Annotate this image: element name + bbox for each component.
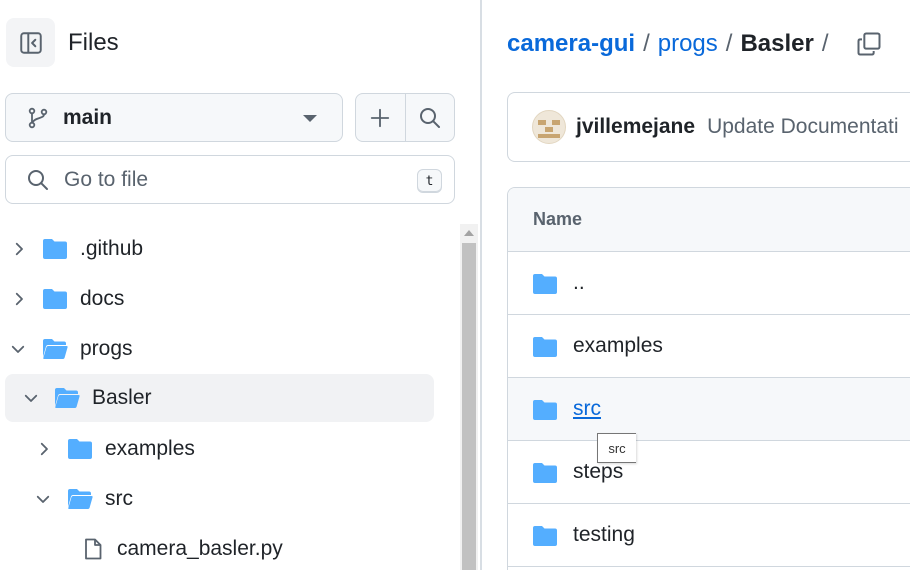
- search-icon: [28, 169, 48, 190]
- file-name[interactable]: steps: [573, 460, 623, 484]
- folder-icon: [533, 337, 557, 357]
- keyboard-shortcut-hint: t: [417, 169, 442, 193]
- git-branch-icon: [28, 107, 48, 128]
- folder-icon: [533, 463, 557, 483]
- commit-author-link[interactable]: jvillemejane: [576, 115, 695, 139]
- chevron-down-icon: [36, 495, 50, 503]
- tree-item-label: .github: [80, 237, 144, 260]
- breadcrumb: camera-gui / progs / Basler /: [507, 30, 837, 58]
- copy-path-button[interactable]: [852, 27, 886, 61]
- folder-icon: [533, 274, 557, 294]
- folder-icon: [533, 526, 557, 546]
- scroll-up-arrow[interactable]: [460, 224, 478, 242]
- chevron-right-icon: [15, 292, 23, 306]
- latest-commit-bar: jvillemejane Update Documentati: [507, 92, 910, 162]
- folder-open-icon: [43, 339, 68, 359]
- folder-open-icon: [68, 489, 93, 509]
- scrollbar-thumb[interactable]: [462, 243, 476, 570]
- table-row[interactable]: examples: [508, 315, 910, 378]
- tree-item-label: examples: [105, 437, 195, 460]
- table-row[interactable]: steps: [508, 441, 910, 504]
- file-name[interactable]: examples: [573, 334, 663, 358]
- breadcrumb-separator: /: [643, 30, 650, 57]
- breadcrumb-separator: /: [821, 30, 829, 57]
- tree-item-label: progs: [80, 337, 133, 360]
- tree-item-src[interactable]: src: [5, 475, 435, 523]
- folder-icon: [68, 439, 92, 459]
- tree-item-label: docs: [80, 287, 125, 310]
- sidebar-title: Files: [68, 29, 119, 56]
- table-row[interactable]: testing: [508, 504, 910, 567]
- folder-icon: [533, 400, 557, 420]
- collapse-sidebar-button[interactable]: [6, 18, 55, 67]
- file-name[interactable]: testing: [573, 523, 635, 547]
- tree-item-progs[interactable]: progs: [5, 325, 435, 373]
- tree-item-camera-basler-py[interactable]: camera_basler.py: [5, 525, 435, 570]
- file-icon: [85, 538, 102, 560]
- tree-item-docs[interactable]: docs: [5, 275, 435, 323]
- sidebar-collapse-icon: [19, 31, 42, 54]
- tree-item-label: Basler: [92, 386, 152, 409]
- chevron-down-icon: [303, 115, 317, 122]
- search-code-button[interactable]: [404, 94, 454, 141]
- search-icon: [419, 107, 440, 128]
- file-name[interactable]: src: [573, 397, 601, 421]
- table-header-name: Name: [508, 188, 910, 252]
- arrow-up-icon: [464, 230, 474, 236]
- chevron-right-icon: [15, 242, 23, 256]
- file-name[interactable]: ..: [573, 271, 585, 295]
- table-row[interactable]: ..: [508, 252, 910, 315]
- chevron-down-icon: [24, 394, 38, 402]
- table-row[interactable]: src: [508, 378, 910, 441]
- link-tooltip: src: [597, 433, 636, 463]
- breadcrumb-current: Basler: [740, 30, 814, 57]
- tree-item-label: camera_basler.py: [117, 537, 283, 560]
- branch-name: main: [63, 105, 113, 129]
- breadcrumb-progs-link[interactable]: progs: [658, 30, 718, 58]
- add-file-button[interactable]: [356, 94, 405, 141]
- chevron-right-icon: [40, 442, 48, 456]
- main-content: camera-gui / progs / Basler / jvillemeja…: [482, 0, 910, 570]
- tree-item-github[interactable]: .github: [5, 225, 435, 273]
- chevron-down-icon: [11, 345, 25, 353]
- tree-item-basler[interactable]: Basler: [5, 374, 434, 422]
- breadcrumb-repo-link[interactable]: camera-gui: [507, 30, 635, 58]
- folder-icon: [43, 239, 67, 259]
- tree-item-label: src: [105, 487, 133, 510]
- file-tree-sidebar: Files main Go to file t .github docs pro…: [0, 0, 481, 570]
- go-to-file-placeholder: Go to file: [64, 167, 149, 191]
- folder-open-icon: [55, 388, 80, 408]
- avatar[interactable]: [532, 110, 566, 144]
- folder-icon: [43, 289, 67, 309]
- breadcrumb-separator: /: [725, 30, 733, 57]
- file-list-table: Name .. examples src steps testing: [507, 187, 910, 570]
- file-actions-group: [355, 93, 455, 142]
- tree-item-examples[interactable]: examples: [5, 425, 435, 473]
- go-to-file-input[interactable]: Go to file t: [5, 155, 455, 204]
- commit-message-link[interactable]: Update Documentati: [707, 115, 898, 139]
- plus-icon: [371, 108, 390, 127]
- branch-selector-button[interactable]: main: [5, 93, 343, 142]
- copy-icon: [857, 32, 881, 56]
